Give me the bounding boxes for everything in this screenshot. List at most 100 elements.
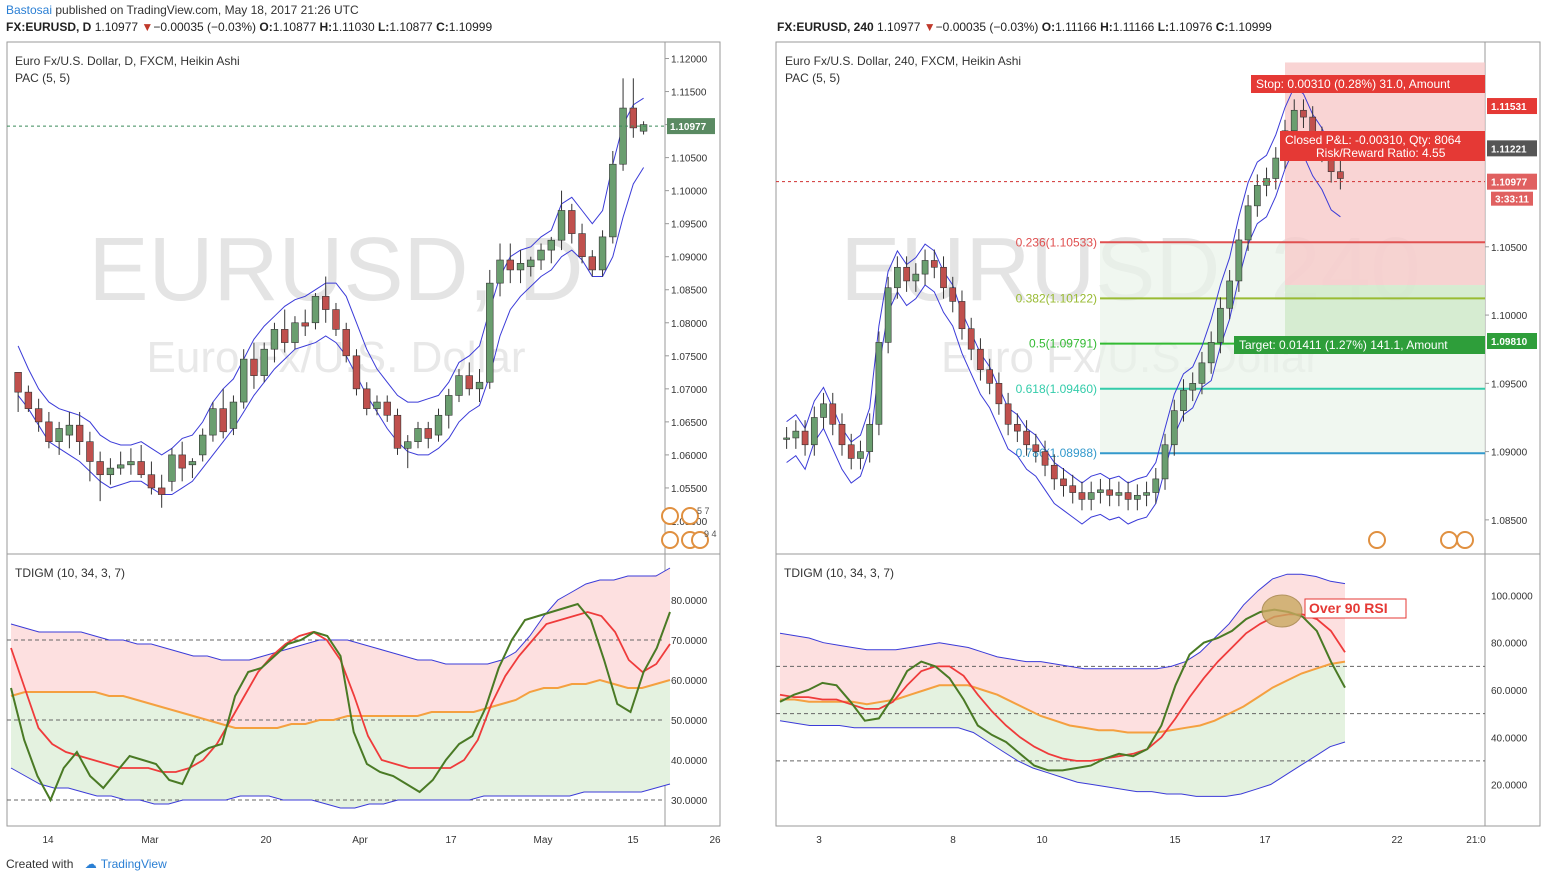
left-candle xyxy=(404,441,412,449)
event-flag-icon xyxy=(1456,531,1474,549)
right-ytick-label: 1.09000 xyxy=(1491,448,1528,459)
right-candle xyxy=(986,369,994,384)
left-candle xyxy=(65,424,74,436)
left-candle xyxy=(455,375,463,396)
tradingview-logo-icon: ☁ xyxy=(84,857,97,871)
left-candle xyxy=(127,461,135,466)
right-candle xyxy=(940,266,947,289)
charts-canvas[interactable]: EURUSD, DEuro Fx/U.S. DollarEuro Fx/U.S.… xyxy=(0,0,1548,883)
right-candle xyxy=(801,430,809,446)
left-candle xyxy=(106,467,115,476)
left-ytick-label: 1.06000 xyxy=(671,451,708,462)
right-candle xyxy=(1060,478,1067,487)
right-tdigm-ytick: 40.0000 xyxy=(1491,733,1528,744)
right-candle xyxy=(1143,492,1150,496)
left-candle xyxy=(342,329,350,357)
left-xtick-label: 14 xyxy=(42,835,54,846)
right-tdigm-title: TDIGM (10, 34, 3, 7) xyxy=(784,566,894,580)
left-tdigm-ytick: 50.0000 xyxy=(671,716,708,727)
right-candle xyxy=(1180,389,1187,411)
right-candle xyxy=(1078,492,1086,500)
right-candle xyxy=(829,403,837,425)
left-xtick-label: Apr xyxy=(352,835,368,846)
left-candle xyxy=(352,355,361,390)
left-xtick-label: 17 xyxy=(445,835,457,846)
right-candle xyxy=(1244,205,1252,241)
right-candle xyxy=(1290,109,1298,132)
left-tdigm-ytick: 40.0000 xyxy=(671,756,708,767)
right-chart-title: Euro Fx/U.S. Dollar, 240, FXCM, Heikin A… xyxy=(785,54,1021,68)
left-candle xyxy=(137,461,145,476)
left-candle xyxy=(301,322,309,327)
fib-level-label: 0.382(1.10122) xyxy=(1016,291,1097,305)
left-tdigm-title: TDIGM (10, 34, 3, 7) xyxy=(15,566,125,580)
left-price-badge-label: 1.10977 xyxy=(670,122,707,133)
left-candle xyxy=(291,322,299,343)
right-candle xyxy=(930,260,938,268)
right-ytick-label: 1.10500 xyxy=(1491,243,1528,254)
footer-created: Created with xyxy=(6,857,74,871)
right-candle xyxy=(1253,185,1261,207)
left-candle xyxy=(24,391,33,409)
rsi-highlight-ellipse xyxy=(1261,594,1303,628)
left-candle xyxy=(178,454,186,469)
right-candle xyxy=(949,287,957,302)
rr-label: Risk/Reward Ratio: 4.55 xyxy=(1316,146,1446,160)
left-candle xyxy=(547,239,555,251)
left-candle xyxy=(578,233,586,258)
right-xtick-label: 10 xyxy=(1036,835,1048,846)
left-candle xyxy=(250,358,258,376)
right-candle xyxy=(1272,157,1280,179)
event-flag-icon xyxy=(661,507,679,525)
left-candle xyxy=(445,395,453,416)
right-candle xyxy=(1337,171,1344,179)
left-tdigm-ytick: 30.0000 xyxy=(671,796,708,807)
right-candle xyxy=(1133,494,1141,500)
right-candle xyxy=(1032,444,1040,452)
left-indicator-label: PAC (5, 5) xyxy=(15,71,70,85)
left-candle xyxy=(219,408,227,433)
left-candle xyxy=(332,309,340,330)
tradingview-link[interactable]: TradingView xyxy=(101,857,167,871)
right-candle xyxy=(1217,307,1224,343)
left-chart-title: Euro Fx/U.S. Dollar, D, FXCM, Heikin Ash… xyxy=(15,54,240,68)
left-candle xyxy=(188,461,197,466)
right-candle xyxy=(1161,444,1169,480)
right-candle xyxy=(1023,430,1030,446)
left-candle xyxy=(557,210,566,241)
right-candle xyxy=(1226,280,1233,309)
left-candle xyxy=(55,428,63,442)
left-watermark-sub: Euro Fx/U.S. Dollar xyxy=(147,333,526,382)
event-flag-icon xyxy=(661,531,679,549)
fib-level-label: 0.786(1.08988) xyxy=(1016,446,1097,460)
right-candle xyxy=(1300,109,1307,118)
right-tdigm-ytick: 60.0000 xyxy=(1491,686,1528,697)
right-candle xyxy=(1004,403,1012,425)
right-xtick-label: 21:0 xyxy=(1466,835,1486,846)
right-candle xyxy=(1106,489,1113,496)
left-ytick-label: 1.09500 xyxy=(671,220,708,231)
left-candle xyxy=(147,474,156,489)
left-candle xyxy=(229,401,238,429)
left-candle xyxy=(609,163,617,238)
right-tdigm-ytick: 100.0000 xyxy=(1491,591,1533,602)
left-ytick-label: 1.10000 xyxy=(671,187,708,198)
right-candle xyxy=(1235,239,1243,282)
right-candle xyxy=(1050,464,1058,480)
right-ytick-label: 1.08500 xyxy=(1491,516,1528,527)
right-candle xyxy=(995,383,1003,405)
left-xtick-label: May xyxy=(534,835,553,846)
right-candle xyxy=(1207,342,1215,364)
left-candle xyxy=(475,381,484,390)
left-candle xyxy=(619,107,627,165)
left-candle xyxy=(281,329,289,343)
left-candle xyxy=(34,408,43,423)
stop-zone xyxy=(1285,62,1485,286)
stop-label: Stop: 0.00310 (0.28%) 31.0, Amount xyxy=(1256,77,1451,91)
right-candle xyxy=(1087,492,1095,500)
left-candle xyxy=(537,249,545,261)
annotation-label: Over 90 RSI xyxy=(1309,600,1388,616)
pnl-label: Closed P&L: -0.00310, Qty: 8064 xyxy=(1285,133,1461,147)
left-candle xyxy=(414,428,422,442)
right-candle xyxy=(1170,410,1178,446)
